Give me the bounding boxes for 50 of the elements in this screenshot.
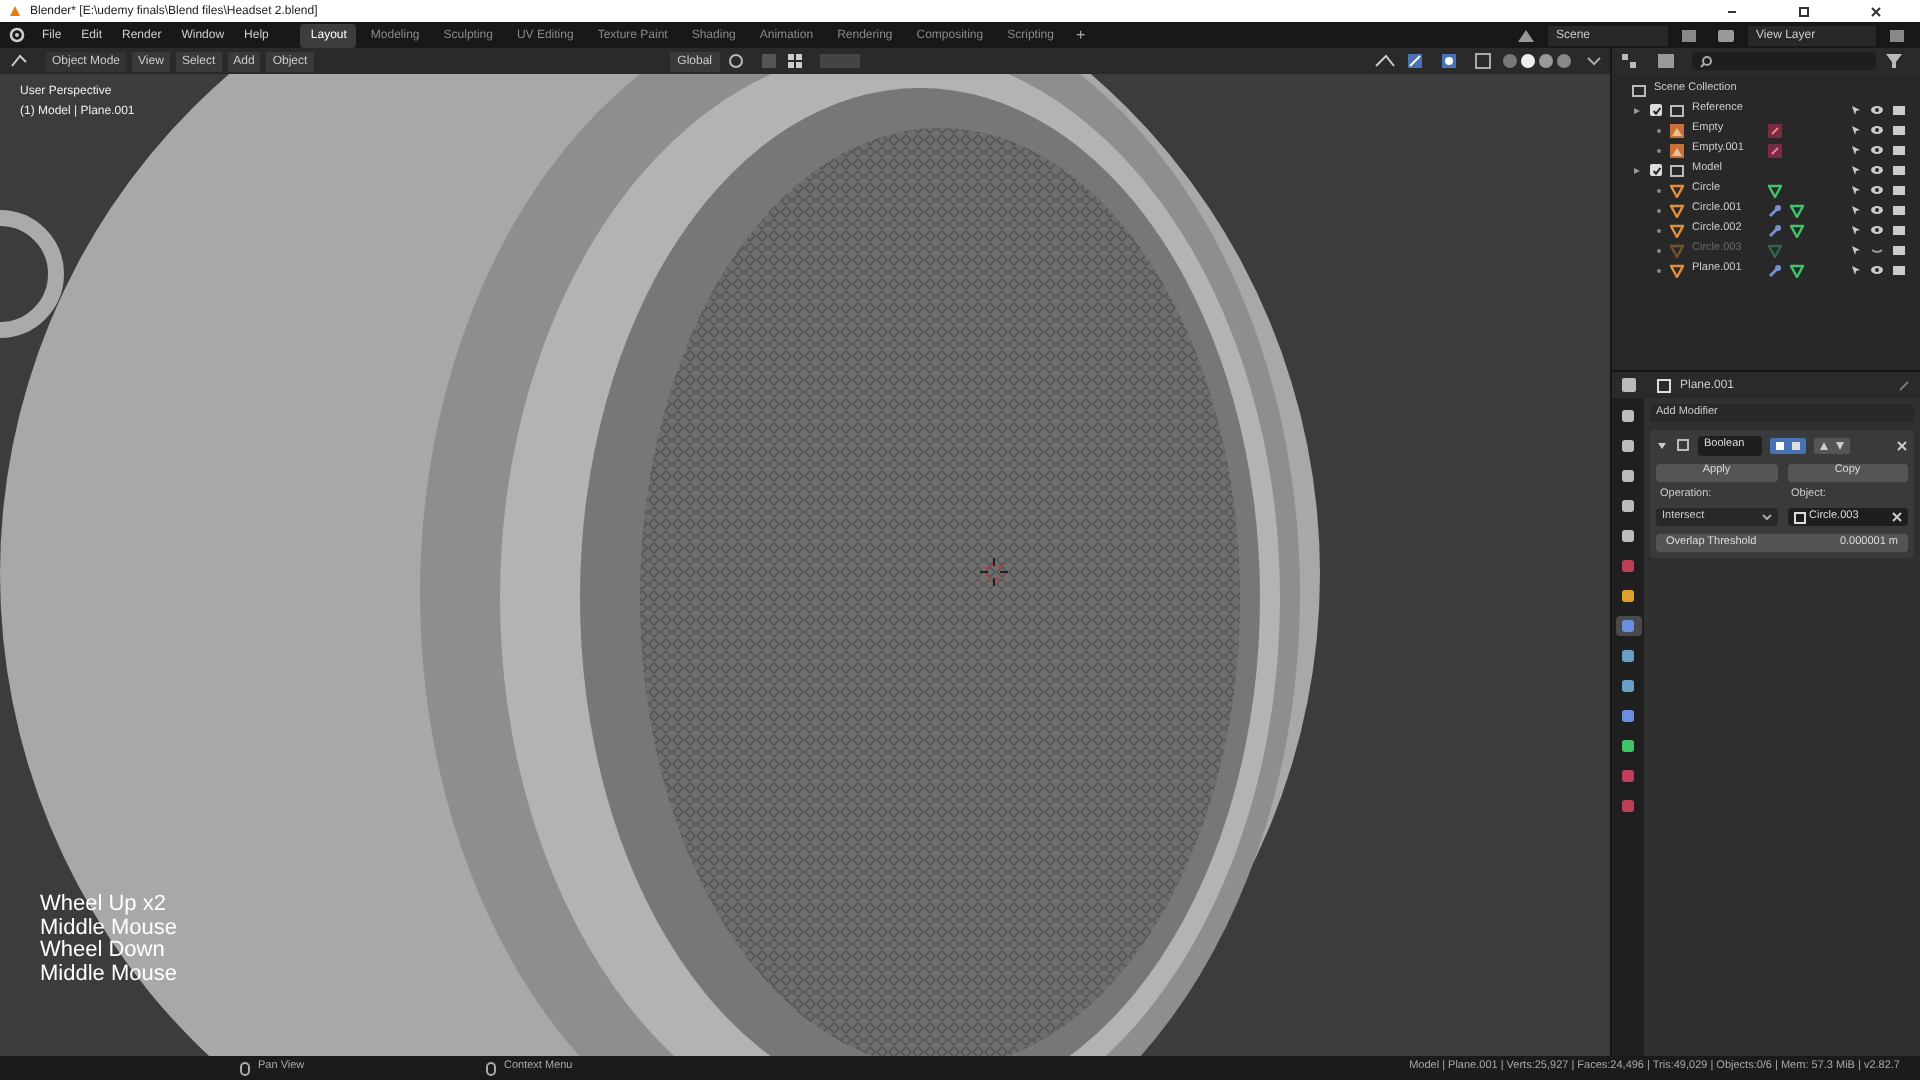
empty-object-icon [1670,143,1684,157]
pin-icon[interactable] [1896,377,1912,393]
check-icon [1651,105,1661,115]
add-workspace-button[interactable]: + [1075,27,1086,43]
bullet-icon [1656,187,1662,193]
caret-icon [1761,512,1771,522]
eye-icon[interactable] [1870,124,1884,136]
maximize-icon[interactable] [1796,3,1812,19]
bullet-icon [1656,227,1662,233]
visibility-checkbox[interactable] [1650,104,1662,116]
eye-closed-icon[interactable] [1870,244,1884,256]
empty-data-icon[interactable] [1768,143,1782,157]
bullet-icon [1656,127,1662,133]
disclosure-icon[interactable] [1632,165,1642,175]
mouse-icon [486,1061,496,1075]
input-log-line: Middle Mouse [40,917,177,940]
wrench-icon[interactable] [1768,263,1782,277]
bullet-icon [1656,207,1662,213]
eye-icon[interactable] [1870,204,1884,216]
eye-icon[interactable] [1870,224,1884,236]
move-arrows-icon[interactable] [1814,437,1850,454]
modifiers-tab[interactable] [1615,616,1641,636]
close-icon[interactable] [1868,3,1884,19]
eye-icon[interactable] [1870,164,1884,176]
bullet-icon [1656,247,1662,253]
eye-icon[interactable] [1870,264,1884,276]
caret-icon[interactable] [1586,52,1602,70]
empty-object-icon [1670,123,1684,137]
bullet-icon [1656,147,1662,153]
eye-icon[interactable] [1870,144,1884,156]
disclosure-icon[interactable] [1632,105,1642,115]
empty-data-icon[interactable] [1768,123,1782,137]
eye-icon[interactable] [1870,184,1884,196]
clear-icon [1892,512,1902,522]
check-icon [1651,165,1661,175]
wrench-icon[interactable] [1768,203,1782,217]
collection-icon [1670,103,1684,117]
bullet-icon [1656,267,1662,273]
eye-icon[interactable] [1870,104,1884,116]
xray-icon[interactable] [1474,52,1494,70]
collection-icon [1670,163,1684,177]
mouse-icon [240,1061,250,1075]
disclosure-icon[interactable] [1656,439,1668,452]
3d-cursor-icon [980,558,1008,586]
collection-icon [1632,83,1646,97]
wrench-icon[interactable] [1768,223,1782,237]
search-field[interactable] [1692,52,1876,70]
search-icon [1700,55,1712,67]
visibility-checkbox[interactable] [1650,164,1662,176]
display-toggle-icon[interactable] [1770,437,1806,454]
